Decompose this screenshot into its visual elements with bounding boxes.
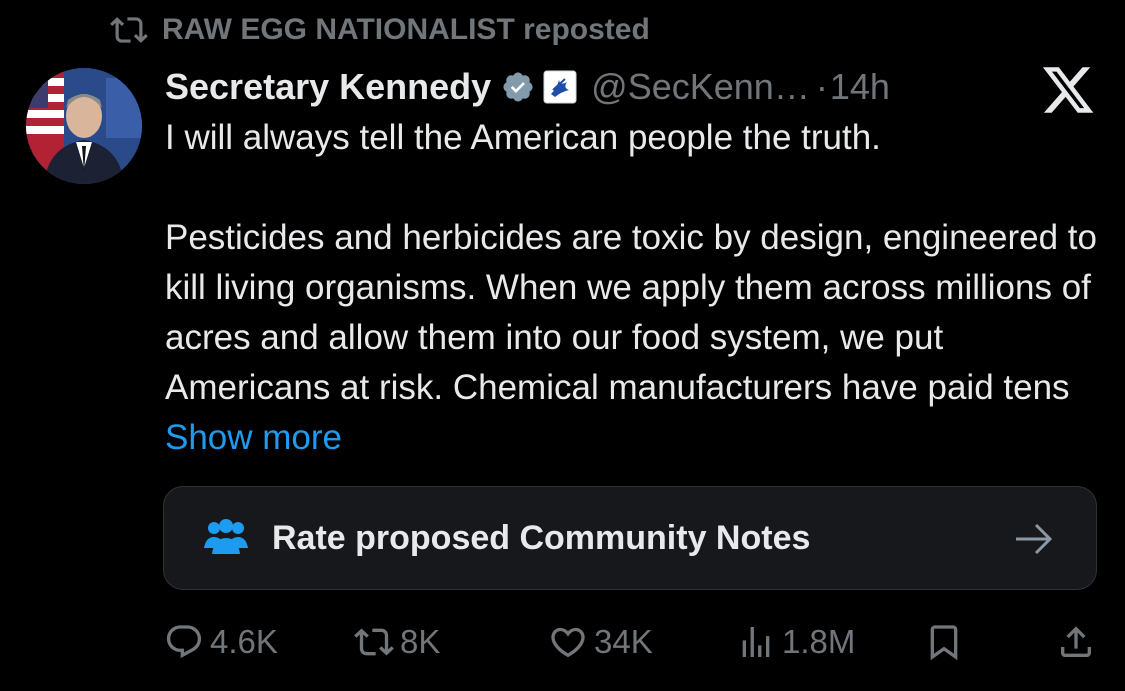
community-notes-label: Rate proposed Community Notes xyxy=(272,518,811,557)
retweet-icon xyxy=(354,628,394,656)
reply-icon xyxy=(166,625,202,659)
separator-dot: · xyxy=(815,66,828,107)
bookmark-button[interactable] xyxy=(924,612,964,672)
views-button[interactable]: 1.8M xyxy=(736,612,855,672)
share-icon xyxy=(1061,626,1091,657)
like-count: 34K xyxy=(594,623,653,660)
author-handle[interactable]: @SecKenn… xyxy=(591,66,810,108)
tweet-paragraph-2: Pesticides and herbicides are toxic by d… xyxy=(165,213,1105,463)
analytics-icon xyxy=(742,627,770,657)
author-name[interactable]: Secretary Kennedy xyxy=(165,66,491,108)
action-bar: 4.6K 8K 34K 1.8M xyxy=(0,612,1125,672)
arrow-right-icon xyxy=(1016,523,1053,555)
heart-icon xyxy=(551,627,585,658)
views-count: 1.8M xyxy=(782,623,856,660)
repost-label: RAW EGG NATIONALIST reposted xyxy=(162,13,650,46)
avatar[interactable] xyxy=(26,68,142,184)
people-icon xyxy=(204,519,248,554)
verified-badge-icon[interactable] xyxy=(501,70,535,104)
reply-count: 4.6K xyxy=(210,623,278,660)
tweet-line-1: I will always tell the American people t… xyxy=(165,118,881,157)
x-logo-icon xyxy=(1042,67,1094,113)
tweet-header: Secretary Kennedy @SecKenn… · 14h xyxy=(165,62,890,112)
reply-button[interactable]: 4.6K xyxy=(164,612,278,672)
community-notes-card[interactable]: Rate proposed Community Notes xyxy=(163,486,1097,590)
show-more-link[interactable]: Show more xyxy=(165,418,342,457)
bookmark-icon xyxy=(930,625,958,661)
repost-count: 8K xyxy=(400,623,441,660)
repost-context[interactable]: RAW EGG NATIONALIST reposted xyxy=(110,8,650,52)
repost-button[interactable]: 8K xyxy=(354,612,440,672)
like-button[interactable]: 34K xyxy=(548,612,653,672)
hhs-eagle-icon[interactable] xyxy=(543,70,577,104)
timestamp[interactable]: 14h xyxy=(830,66,890,108)
tweet-text: I will always tell the American people t… xyxy=(165,113,1105,463)
tweet-paragraph-2-text: Pesticides and herbicides are toxic by d… xyxy=(165,218,1097,407)
share-button[interactable] xyxy=(1056,612,1096,672)
retweet-icon xyxy=(110,17,148,43)
